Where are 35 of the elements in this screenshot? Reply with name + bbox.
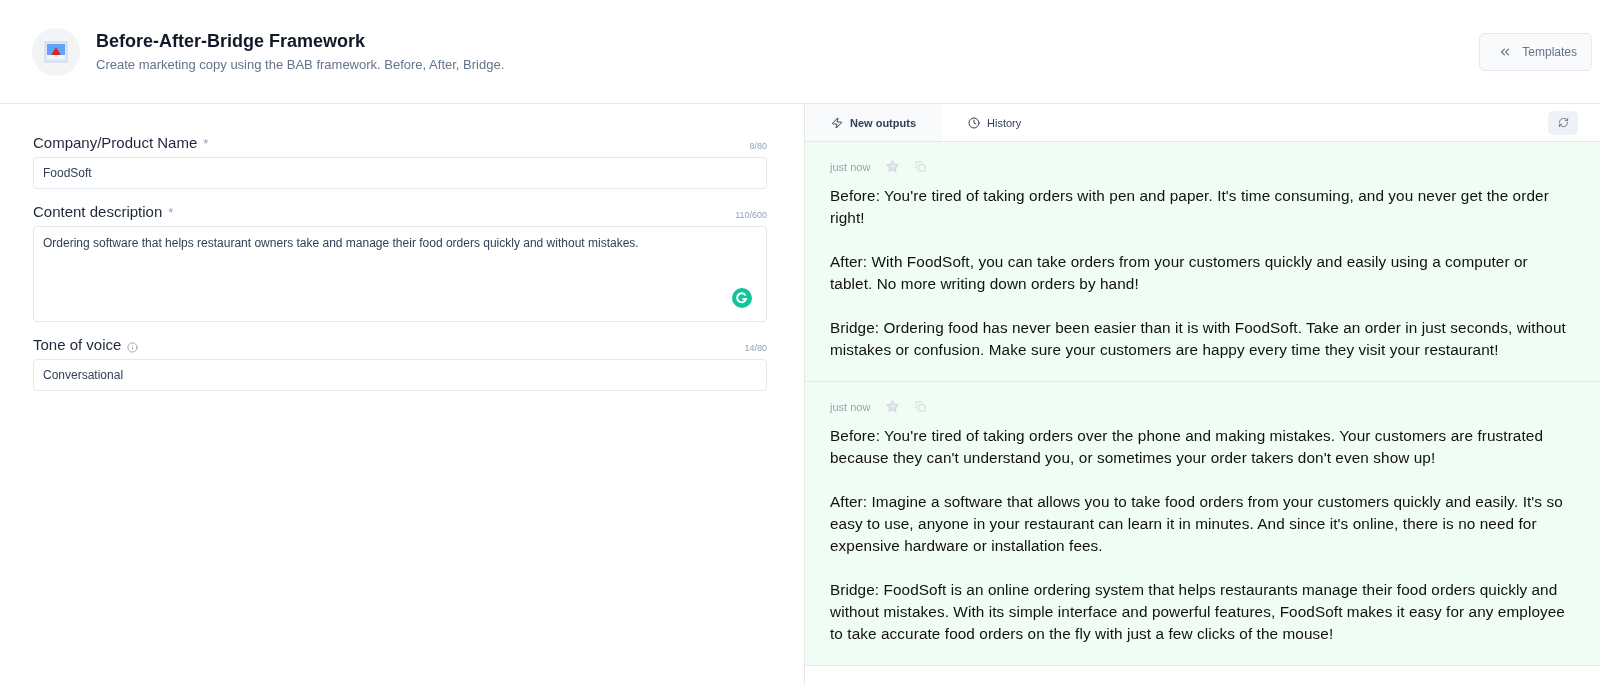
- output-paragraph: Before: You're tired of taking orders with pen and paper. It's time consuming, and you never get the order right!: [830, 186, 1550, 228]
- output-paragraph: Before: You're tired of taking orders over the phone and making mistakes. Your customers are frustrated because they can't understand you, or sometimes your order takers don't even show up!: [830, 426, 1545, 468]
- copy-icon[interactable]: [915, 161, 927, 172]
- input-field[interactable]: Conversational: [33, 359, 767, 391]
- refresh-button[interactable]: [1548, 110, 1578, 135]
- timestamp: just now: [830, 160, 871, 173]
- character-counter: 110/600: [735, 210, 767, 220]
- output-paragraph: Bridge: FoodSoft is an online ordering system that helps restaurants manage their food orders quickly and without mistakes. With its simple interface and powerful features, FoodSoft makes it easy for any employee to take accurate food orders on the fly with just a few clicks of the mouse!: [830, 580, 1566, 644]
- field-label: Tone of voice: [33, 336, 122, 353]
- grammarly-icon[interactable]: [732, 288, 752, 308]
- required-mark: *: [168, 205, 174, 220]
- copy-icon[interactable]: [915, 401, 927, 412]
- input-field[interactable]: FoodSoft: [33, 157, 767, 189]
- field-label: Company/Product Name: [33, 134, 198, 151]
- tab[interactable]: New outputs: [805, 104, 942, 141]
- clock-icon: [968, 116, 980, 129]
- output-paragraph: After: With FoodSoft, you can take orders from your customers quickly and easily using a computer or tablet. No more writing down orders by hand!: [830, 252, 1529, 294]
- page-subtitle: Create marketing copy using the BAB framework. Before, After, Bridge.: [96, 57, 506, 72]
- timestamp: just now: [830, 400, 871, 413]
- template-logo: [32, 27, 80, 76]
- output-paragraph: Bridge: Ordering food has never been easier than it is with FoodSoft. Take an order in just seconds, without mistakes or confusion. Make sure your customers are happy every time they visit your restaurant!: [830, 318, 1567, 360]
- refresh-icon: [1557, 117, 1569, 128]
- tab[interactable]: History: [942, 104, 1048, 141]
- character-counter: 8/80: [749, 141, 767, 151]
- page-title: Before-After-Bridge Framework: [96, 31, 367, 52]
- lightning-icon: [831, 116, 843, 129]
- star-icon[interactable]: [886, 160, 900, 173]
- star-icon[interactable]: [886, 400, 900, 413]
- character-counter: 14/80: [744, 343, 767, 353]
- field-label: Content description: [33, 203, 163, 220]
- required-mark: *: [203, 136, 209, 151]
- text-area[interactable]: Ordering software that helps restaurant owners take and manage their food orders quickly and without mistakes.: [33, 226, 767, 322]
- info-icon[interactable]: [127, 342, 139, 353]
- output-paragraph: After: Imagine a software that allows you to take food orders from your customers quickly and easily. It's so easy to use, anyone in your restaurant can learn it in minutes. And since it's online, there is no need for expensive hardware or installation fees.: [830, 492, 1564, 556]
- templates-button[interactable]: Templates: [1479, 32, 1592, 71]
